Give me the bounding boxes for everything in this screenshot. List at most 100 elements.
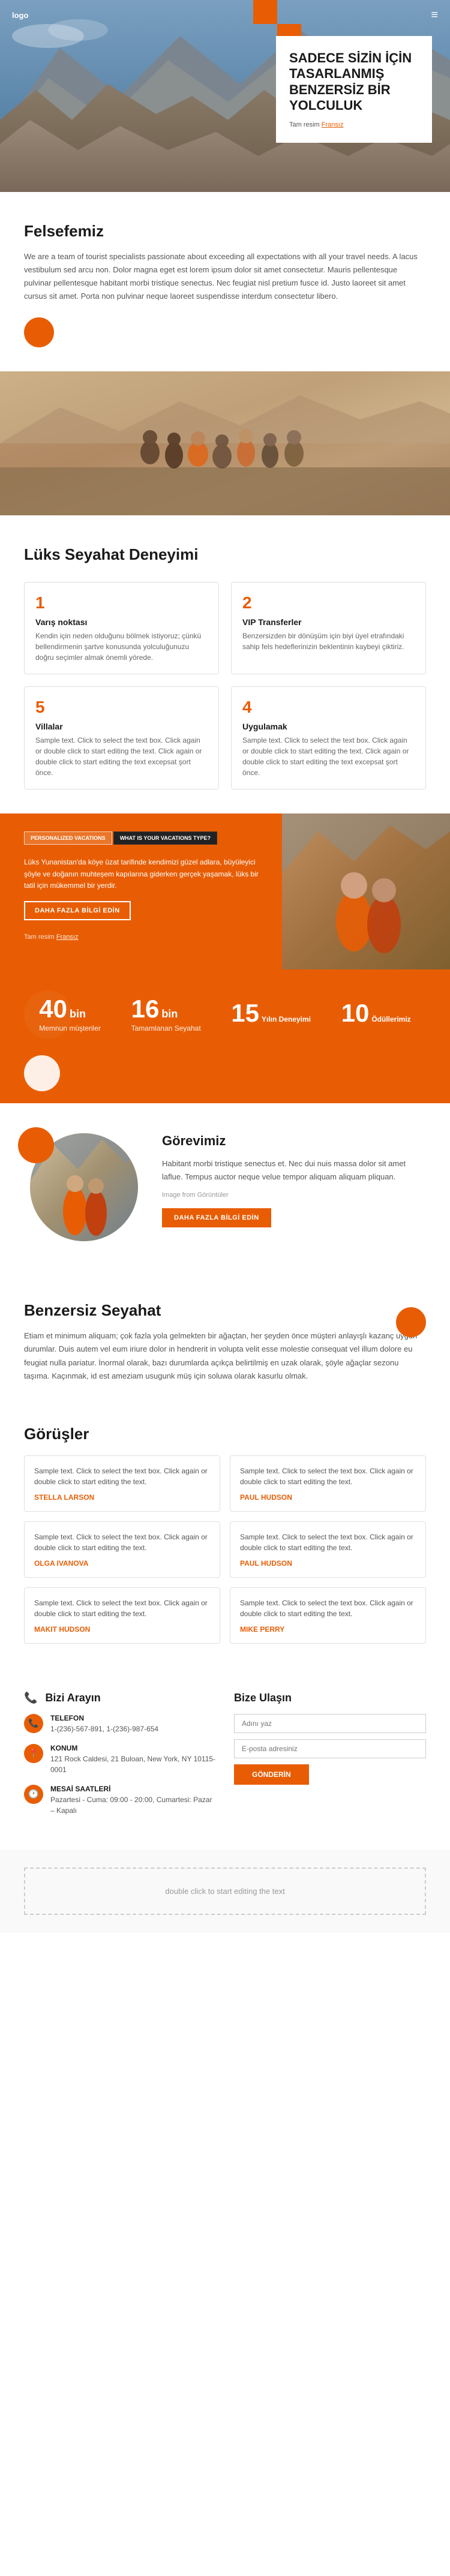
- personalized-tabs: PERSONALIZED VACATIONS WHAT IS YOUR VACA…: [24, 831, 264, 845]
- stat-label-1: Memnun müşteriler: [39, 1024, 101, 1032]
- luxury-card-4: 4 Uygulamak Sample text. Click to select…: [231, 686, 426, 789]
- mission-cta-button[interactable]: DAHA FAZLA BİLGİ EDİN: [162, 1208, 271, 1227]
- group-photo-svg: [0, 371, 450, 515]
- address-icon-circle: 📍: [24, 1744, 43, 1763]
- hours-value: Pazartesi - Cuma: 09:00 - 20:00, Cumarte…: [50, 1794, 216, 1816]
- hero-title: SADECE SİZİN İÇİN TASARLANMIŞ BENZERSİZ …: [289, 50, 419, 114]
- luxury-number-5: 5: [35, 698, 208, 717]
- stat-number-4: 10: [341, 1001, 370, 1026]
- nav-bar: logo ≡: [0, 0, 450, 31]
- mission-section: Görevimiz Habitant morbi tristique senec…: [0, 1103, 450, 1271]
- stat-unit-3: Yılın Deneyimi: [262, 1015, 311, 1023]
- personalized-body-text: Lüks Yunanistan'da köye üzat tarifinde k…: [24, 857, 264, 891]
- mission-image-credit: Image from Görüntüler: [162, 1191, 426, 1199]
- contact-email-input[interactable]: [234, 1739, 426, 1758]
- philosophy-text: We are a team of tourist specialists pas…: [24, 250, 426, 303]
- review-text-4: Sample text. Click to select the text bo…: [240, 1532, 416, 1553]
- mission-content: Görevimiz Habitant morbi tristique senec…: [162, 1133, 426, 1227]
- contact-send-button[interactable]: GÖNDERİN: [234, 1764, 309, 1785]
- luxury-card-text-2: Benzersizden bir dönüşüm için biyi üyel …: [242, 631, 415, 652]
- reviews-grid: Sample text. Click to select the text bo…: [24, 1455, 426, 1644]
- review-text-3: Sample text. Click to select the text bo…: [34, 1532, 210, 1553]
- luxury-card-title-2: VIP Transferler: [242, 617, 415, 627]
- hero-link[interactable]: Fransız: [322, 121, 344, 128]
- review-card-6: Sample text. Click to select the text bo…: [230, 1587, 426, 1644]
- contact-section: 📞 Bizi Arayın 📞 TELEFON 1-(236)-567-891,…: [0, 1668, 450, 1850]
- review-card-1: Sample text. Click to select the text bo…: [24, 1455, 220, 1512]
- hamburger-icon[interactable]: ≡: [431, 8, 438, 22]
- luxury-card-title-1: Varış noktası: [35, 617, 208, 627]
- philosophy-orange-circle: [24, 317, 54, 347]
- editable-text-area[interactable]: double click to start editing the text: [0, 1850, 450, 1933]
- reviewer-name-2: PAUL HUDSON: [240, 1493, 416, 1502]
- hours-info: MESAİ SAATLERİ Pazartesi - Cuma: 09:00 -…: [50, 1785, 216, 1816]
- review-text-2: Sample text. Click to select the text bo…: [240, 1466, 416, 1487]
- luxury-card-text-1: Kendin için neden olduğunu bölmek istiyo…: [35, 631, 208, 663]
- hero-link-row: Tam resim Fransız: [289, 121, 419, 128]
- luxury-card-text-4: Sample text. Click to select the text bo…: [242, 735, 415, 778]
- stat-label-2: Tamamlanan Seyahat: [131, 1024, 201, 1032]
- clock-symbol: 🕐: [28, 1789, 38, 1799]
- personalized-link[interactable]: Fransız: [56, 933, 79, 941]
- address-label: KONUM: [50, 1744, 216, 1752]
- review-card-4: Sample text. Click to select the text bo…: [230, 1521, 426, 1578]
- edit-placeholder[interactable]: double click to start editing the text: [24, 1868, 426, 1915]
- hero-section: logo ≡ SADECE SİZİN İÇİN TASARLANMIŞ BEN…: [0, 0, 450, 192]
- mission-orange-dot: [18, 1127, 54, 1163]
- mission-title: Görevimiz: [162, 1133, 426, 1149]
- stats-bottom-circle: [24, 1055, 60, 1091]
- phone-label: TELEFON: [50, 1714, 158, 1722]
- phone-row: 📞 TELEFON 1-(236)-567-891, 1-(236)-987-6…: [24, 1714, 216, 1734]
- mission-text: Habitant morbi tristique senectus et. Ne…: [162, 1157, 426, 1184]
- address-row: 📍 KONUM 121 Rock Caldesi, 21 Buloan, New…: [24, 1744, 216, 1775]
- luxury-section: Lüks Seyahat Deneyimi 1 Varış noktası Ke…: [0, 515, 450, 813]
- stat-item-3: 15 Yılın Deneyimi: [231, 1001, 311, 1028]
- unique-text: Etiam et minimum aliquam; çok fazla yola…: [24, 1329, 426, 1382]
- personalized-link-prefix: Tam resim: [24, 933, 56, 941]
- review-text-5: Sample text. Click to select the text bo…: [34, 1598, 210, 1619]
- luxury-card-1: 1 Varış noktası Kendin için neden olduğu…: [24, 582, 219, 674]
- phone-icon-circle: 📞: [24, 1714, 43, 1733]
- personalized-tab-2[interactable]: WHAT IS YOUR VACATIONS TYPE?: [113, 831, 217, 845]
- philosophy-title: Felsefemiz: [24, 222, 426, 241]
- luxury-number-1: 1: [35, 593, 208, 613]
- reviewer-name-1: STELLA LARSON: [34, 1493, 210, 1502]
- personalized-tab-1[interactable]: PERSONALIZED VACATIONS: [24, 831, 112, 845]
- reviewer-name-3: OLGA IVANOVA: [34, 1559, 210, 1568]
- personalized-link-row: Tam resim Fransız: [24, 931, 264, 942]
- logo: logo: [12, 11, 28, 20]
- contact-right-title: Bize Ulaşın: [234, 1692, 426, 1704]
- personalized-cta-button[interactable]: DAHA FAZLA BİLGİ EDİN: [24, 901, 131, 920]
- hero-link-prefix: Tam resim: [289, 121, 322, 128]
- luxury-number-4: 4: [242, 698, 415, 717]
- review-text-6: Sample text. Click to select the text bo…: [240, 1598, 416, 1619]
- reviews-section: Görüşler Sample text. Click to select th…: [0, 1413, 450, 1668]
- address-value: 121 Rock Caldesi, 21 Buloan, New York, N…: [50, 1754, 216, 1775]
- stat-number-3: 15: [231, 1001, 259, 1026]
- stat-item-4: 10 Ödüllerimiz: [341, 1001, 411, 1028]
- hours-label: MESAİ SAATLERİ: [50, 1785, 216, 1793]
- unique-section: Benzersiz Seyahat Etiam et minimum aliqu…: [0, 1271, 450, 1412]
- reviewer-name-6: MIKE PERRY: [240, 1625, 416, 1634]
- phone-info: TELEFON 1-(236)-567-891, 1-(236)-987-654: [50, 1714, 158, 1734]
- phone-icon: 📞: [24, 1692, 37, 1704]
- luxury-number-2: 2: [242, 593, 415, 613]
- reviewer-name-4: PAUL HUDSON: [240, 1559, 416, 1568]
- mission-image-container: [24, 1133, 144, 1241]
- stats-circle-row: [0, 1055, 450, 1103]
- stat-item-2: 16 bin Tamamlanan Seyahat: [131, 996, 201, 1032]
- hours-icon-circle: 🕐: [24, 1785, 43, 1804]
- luxury-card-title-4: Uygulamak: [242, 722, 415, 731]
- personalized-left-panel: PERSONALIZED VACATIONS WHAT IS YOUR VACA…: [0, 813, 282, 972]
- philosophy-section: Felsefemiz We are a team of tourist spec…: [0, 192, 450, 371]
- stat-unit-4: Ödüllerimiz: [371, 1015, 410, 1023]
- unique-title: Benzersiz Seyahat: [24, 1301, 426, 1320]
- reviewer-name-5: MAKIT HUDSON: [34, 1625, 210, 1634]
- luxury-card-text-5: Sample text. Click to select the text bo…: [35, 735, 208, 778]
- luxury-card-2: 2 VIP Transferler Benzersizden bir dönüş…: [231, 582, 426, 674]
- group-photo-section: [0, 371, 450, 515]
- stat-unit-2: bin: [161, 1008, 178, 1020]
- contact-left-panel: 📞 Bizi Arayın 📞 TELEFON 1-(236)-567-891,…: [24, 1692, 216, 1826]
- personalized-section: PERSONALIZED VACATIONS WHAT IS YOUR VACA…: [0, 813, 450, 972]
- contact-name-input[interactable]: [234, 1714, 426, 1733]
